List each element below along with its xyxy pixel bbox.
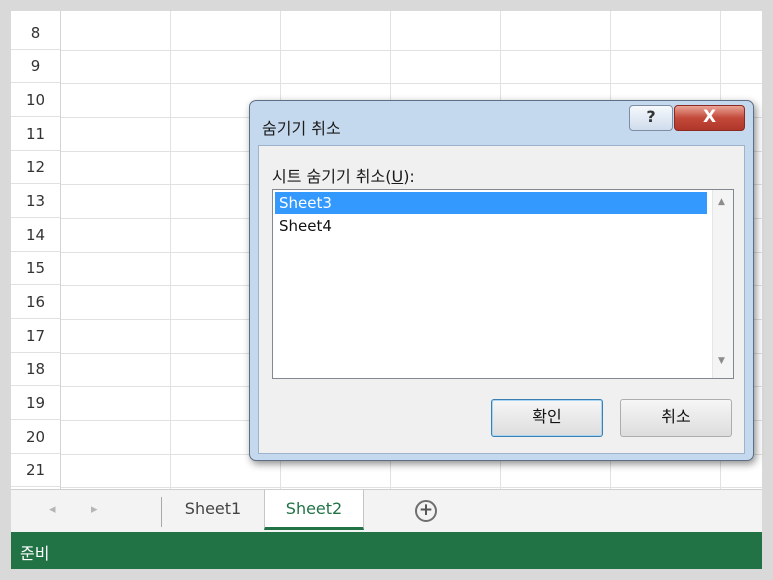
help-icon: ? [646, 107, 656, 126]
scroll-right-icon[interactable]: ▸ [91, 502, 98, 517]
dialog-title: 숨기기 취소 [262, 119, 341, 138]
gridline [61, 487, 762, 488]
help-button[interactable]: ? [629, 105, 673, 131]
sheet-tab-sheet1[interactable]: Sheet1 [163, 490, 263, 530]
scroll-up-icon[interactable]: ▲ [718, 197, 725, 207]
scroll-down-icon[interactable]: ▼ [718, 356, 725, 366]
row-header[interactable]: 19 [11, 387, 60, 420]
row-header[interactable]: 15 [11, 252, 60, 285]
tab-divider [161, 497, 162, 527]
row-header[interactable]: 10 [11, 84, 60, 117]
close-button[interactable]: X [674, 105, 745, 131]
list-item-sheet3[interactable]: Sheet3 [275, 192, 707, 214]
label-text: 시트 숨기기 취소( [272, 167, 392, 186]
hidden-sheets-list[interactable]: Sheet3 Sheet4 ▲ ▼ [272, 189, 734, 379]
sheet-tab-bar: ◂ ▸ Sheet1 Sheet2 + [11, 489, 762, 533]
row-header[interactable]: 14 [11, 219, 60, 252]
gridline [170, 11, 171, 489]
gridline [61, 83, 762, 84]
row-header[interactable]: 21 [11, 454, 60, 487]
row-header[interactable]: 18 [11, 353, 60, 386]
ok-button[interactable]: 확인 [491, 399, 603, 437]
row-header[interactable]: 16 [11, 286, 60, 319]
scroll-left-icon[interactable]: ◂ [49, 502, 56, 517]
label-accelerator: U [391, 167, 404, 186]
add-sheet-icon[interactable]: + [415, 500, 437, 522]
dialog-body: 시트 숨기기 취소(U): Sheet3 Sheet4 ▲ ▼ 확인 취소 [258, 145, 745, 454]
cancel-button[interactable]: 취소 [620, 399, 732, 437]
row-headers: 8 9 10 11 12 13 14 15 16 17 18 19 20 21 [11, 11, 61, 489]
unhide-dialog: 숨기기 취소 ? X 시트 숨기기 취소(U): Sheet3 Sheet4 ▲… [249, 100, 754, 461]
sheet-tab-sheet2[interactable]: Sheet2 [264, 490, 364, 530]
row-header[interactable]: 9 [11, 50, 60, 83]
row-header[interactable]: 12 [11, 151, 60, 184]
row-header[interactable]: 11 [11, 118, 60, 151]
unhide-sheet-label: 시트 숨기기 취소(U): [272, 163, 415, 187]
row-header[interactable]: 8 [11, 17, 60, 50]
row-header[interactable]: 20 [11, 421, 60, 454]
gridline [61, 50, 762, 51]
row-header[interactable]: 17 [11, 320, 60, 353]
list-item-sheet4[interactable]: Sheet4 [275, 215, 707, 237]
list-scrollbar[interactable]: ▲ ▼ [712, 190, 733, 378]
label-suffix: ): [403, 167, 415, 186]
row-header[interactable]: 13 [11, 185, 60, 218]
close-icon: X [702, 107, 717, 127]
status-bar: 준비 [11, 532, 762, 569]
status-text: 준비 [20, 544, 50, 563]
